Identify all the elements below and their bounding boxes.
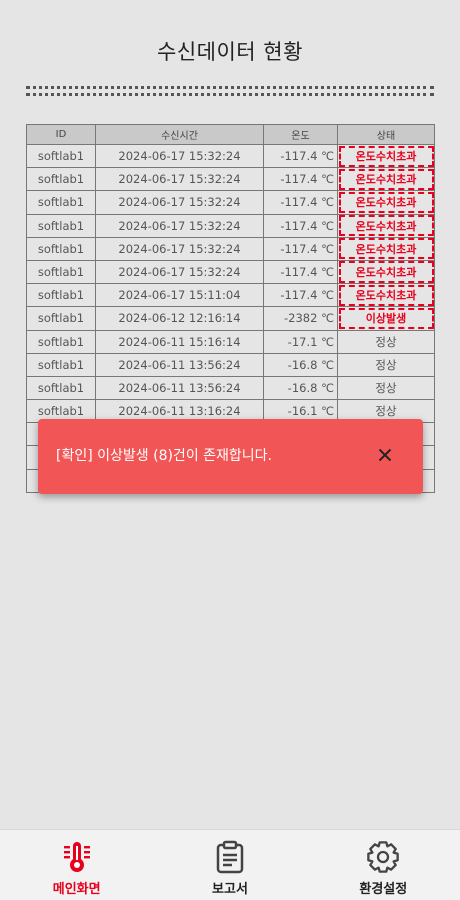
cell-temp: -117.4 ℃ [263, 213, 338, 238]
table-row: softlab1 2024-06-17 15:11:04 -117.4 ℃ 온도수치초… [26, 283, 435, 308]
nav-item-main[interactable]: 메인화면 [0, 830, 153, 900]
table-row: softlab1 2024-06-11 13:56:24 -16.8 ℃ 정상 [26, 375, 435, 401]
toast-close-button[interactable] [373, 443, 397, 467]
cell-time: 2024-06-17 15:32:24 [95, 259, 264, 285]
cell-status: 온도수치초과 [337, 283, 435, 308]
nav-item-settings[interactable]: 환경설정 [307, 830, 460, 900]
cell-status: 이상발생 [337, 306, 435, 331]
cell-time: 2024-06-17 15:32:24 [95, 213, 264, 238]
table-row: softlab1 2024-06-17 15:32:24 -117.4 ℃ 온도수치초… [26, 167, 435, 192]
cell-id: softlab1 [26, 283, 96, 308]
nav-label-settings: 환경설정 [359, 882, 408, 897]
cell-temp: -117.4 ℃ [263, 167, 338, 192]
table-row: softlab1 2024-06-11 15:16:14 -17.1 ℃ 정상 [26, 329, 435, 354]
table-row: softlab1 2024-06-17 15:32:24 -117.4 ℃ 온도수치초… [26, 259, 435, 285]
cell-time: 2024-06-12 12:16:14 [95, 306, 264, 331]
column-header-id: ID [26, 124, 96, 145]
nav-item-report[interactable]: 보고서 [153, 830, 306, 900]
cell-time: 2024-06-17 15:32:24 [95, 167, 264, 192]
cell-temp: -2382 ℃ [263, 306, 338, 331]
cell-time: 2024-06-17 15:32:24 [95, 143, 264, 169]
cell-id: softlab1 [26, 236, 96, 261]
alert-toast: [확인] 이상발생 (8)건이 존재합니다. [38, 419, 423, 494]
cell-status: 온도수치초과 [337, 167, 435, 192]
cell-temp: -117.4 ℃ [263, 283, 338, 308]
cell-id: softlab1 [26, 306, 96, 331]
dotted-divider [26, 86, 434, 96]
cell-status: 온도수치초과 [337, 213, 435, 238]
cell-id: softlab1 [26, 190, 96, 215]
cell-time: 2024-06-17 15:32:24 [95, 236, 264, 261]
table-row: softlab1 2024-06-17 15:32:24 -117.4 ℃ 온도수치초… [26, 213, 435, 238]
cell-status: 온도수치초과 [337, 190, 435, 215]
cell-id: softlab1 [26, 352, 96, 377]
cell-temp: -117.4 ℃ [263, 259, 338, 285]
cell-status: 온도수치초과 [337, 259, 435, 285]
column-header-status: 상태 [337, 124, 435, 145]
table-header-row: ID 수신시간 온도 상태 [26, 124, 435, 145]
cell-time: 2024-06-11 13:56:24 [95, 352, 264, 377]
cell-id: softlab1 [26, 329, 96, 354]
cell-temp: -117.4 ℃ [263, 190, 338, 215]
table-row: softlab1 2024-06-17 15:32:24 -117.4 ℃ 온도수치초… [26, 143, 435, 169]
cell-id: softlab1 [26, 143, 96, 169]
cell-temp: -117.4 ℃ [263, 236, 338, 261]
table-row: softlab1 2024-06-17 15:32:24 -117.4 ℃ 온도수치초… [26, 190, 435, 215]
cell-temp: -17.1 ℃ [263, 329, 338, 354]
page-title: 수신데이터 현황 [157, 40, 303, 64]
toast-message: [확인] 이상발생 (8)건이 존재합니다. [56, 448, 272, 464]
table-row: softlab1 2024-06-11 13:56:24 -16.8 ℃ 정상 [26, 352, 435, 377]
clipboard-icon [216, 840, 244, 874]
nav-label-report: 보고서 [212, 882, 248, 897]
thermometer-icon [63, 842, 90, 872]
bottom-nav: 메인화면 보고서 환경설정 [0, 829, 460, 900]
table-row: softlab1 2024-06-17 15:32:24 -117.4 ℃ 온도수치초… [26, 236, 435, 261]
cell-time: 2024-06-17 15:11:04 [95, 283, 264, 308]
column-header-temp: 온도 [263, 124, 338, 145]
nav-label-main: 메인화면 [52, 882, 101, 897]
cell-temp: -117.4 ℃ [263, 143, 338, 169]
cell-time: 2024-06-17 15:32:24 [95, 190, 264, 215]
table-row: softlab1 2024-06-12 12:16:14 -2382 ℃ 이상발생 [26, 306, 435, 331]
cell-status: 정상 [337, 329, 435, 354]
gear-icon [367, 841, 400, 873]
cell-status: 정상 [337, 352, 435, 377]
cell-temp: -16.8 ℃ [263, 375, 338, 401]
cell-time: 2024-06-11 13:56:24 [95, 375, 264, 401]
cell-status: 온도수치초과 [337, 236, 435, 261]
cell-id: softlab1 [26, 375, 96, 401]
cell-temp: -16.8 ℃ [263, 352, 338, 377]
cell-id: softlab1 [26, 213, 96, 238]
cell-id: softlab1 [26, 167, 96, 192]
cell-status: 정상 [337, 375, 435, 401]
column-header-time: 수신시간 [95, 124, 264, 145]
close-icon [378, 448, 392, 462]
cell-status: 온도수치초과 [337, 143, 435, 169]
cell-time: 2024-06-11 15:16:14 [95, 329, 264, 354]
cell-id: softlab1 [26, 259, 96, 285]
